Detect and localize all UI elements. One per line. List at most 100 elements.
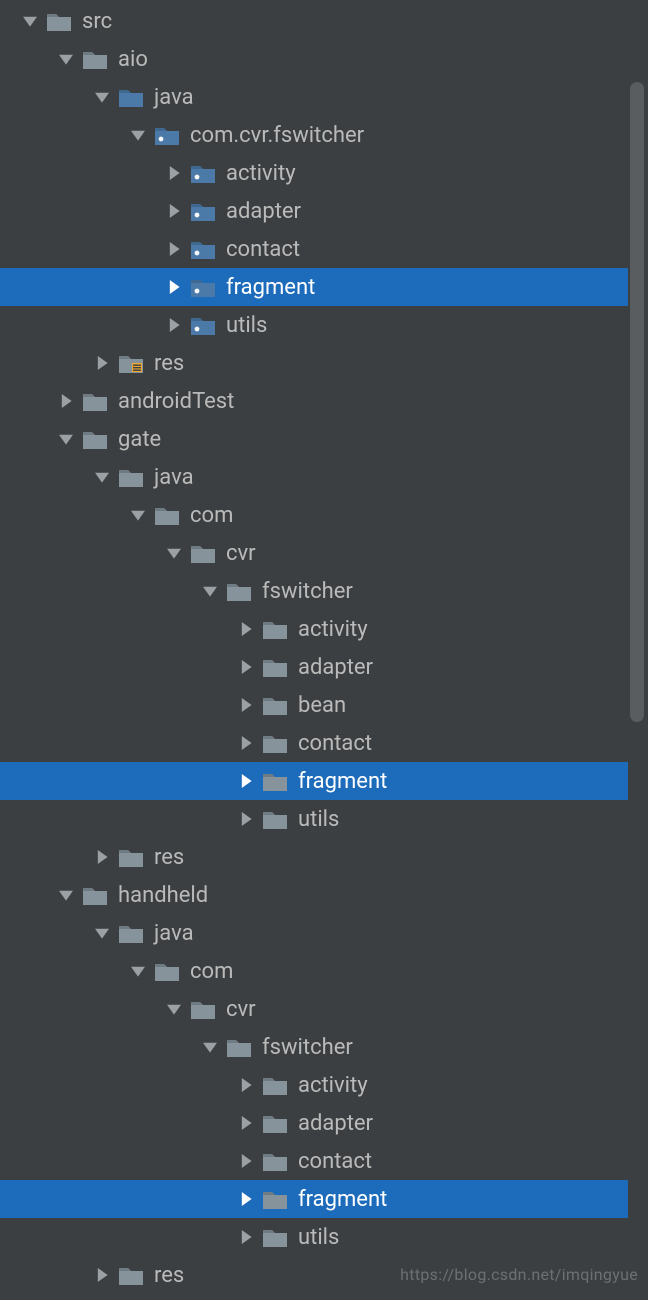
tree-item-gate-utils[interactable]: utils [0,800,628,838]
tree-item-aio[interactable]: aio [0,40,628,78]
expand-arrow-right-icon[interactable] [56,394,76,408]
folder-icon [118,465,144,489]
package-icon [190,161,216,185]
tree-item-label: adapter [298,1111,373,1136]
package-icon [154,123,180,147]
tree-item-gate-cvr[interactable]: cvr [0,534,628,572]
tree-item-label: activity [298,1073,368,1098]
expand-arrow-right-icon[interactable] [236,1192,256,1206]
folder-icon [262,1073,288,1097]
expand-arrow-right-icon[interactable] [236,1230,256,1244]
expand-arrow-right-icon[interactable] [164,166,184,180]
tree-item-hh-activity[interactable]: activity [0,1066,628,1104]
expand-arrow-down-icon[interactable] [56,52,76,66]
folder-icon [82,389,108,413]
expand-arrow-down-icon[interactable] [92,90,112,104]
tree-item-label: fragment [298,769,387,794]
tree-item-gate-contact[interactable]: contact [0,724,628,762]
expand-arrow-down-icon[interactable] [92,926,112,940]
expand-arrow-right-icon[interactable] [164,280,184,294]
expand-arrow-right-icon[interactable] [236,812,256,826]
tree-item-label: fswitcher [262,579,353,604]
tree-item-label: contact [298,1149,372,1174]
expand-arrow-down-icon[interactable] [128,964,148,978]
tree-item-src[interactable]: src [0,2,628,40]
folder-icon [82,883,108,907]
expand-arrow-right-icon[interactable] [236,1154,256,1168]
tree-item-label: contact [298,731,372,756]
tree-item-hh-java[interactable]: java [0,914,628,952]
folder-icon [190,541,216,565]
tree-item-hh-utils[interactable]: utils [0,1218,628,1256]
tree-item-aio-adapter[interactable]: adapter [0,192,628,230]
tree-item-label: fragment [226,275,315,300]
expand-arrow-right-icon[interactable] [236,736,256,750]
tree-item-gate-activity[interactable]: activity [0,610,628,648]
resources-folder-icon [118,351,144,375]
expand-arrow-right-icon[interactable] [164,204,184,218]
tree-item-gate-adapter[interactable]: adapter [0,648,628,686]
tree-item-gate[interactable]: gate [0,420,628,458]
package-icon [190,275,216,299]
expand-arrow-down-icon[interactable] [128,508,148,522]
expand-arrow-down-icon[interactable] [128,128,148,142]
tree-item-aio-java[interactable]: java [0,78,628,116]
tree-item-label: contact [226,237,300,262]
tree-item-label: utils [226,313,267,338]
tree-item-gate-fswitcher[interactable]: fswitcher [0,572,628,610]
expand-arrow-right-icon[interactable] [92,850,112,864]
tree-item-aio-utils[interactable]: utils [0,306,628,344]
tree-item-aio-pkgroot[interactable]: com.cvr.fswitcher [0,116,628,154]
expand-arrow-right-icon[interactable] [236,660,256,674]
tree-item-handheld[interactable]: handheld [0,876,628,914]
folder-icon [262,1111,288,1135]
expand-arrow-down-icon[interactable] [164,1002,184,1016]
project-tree[interactable]: src aio java com.cvr.fswitcher activity … [0,0,628,1294]
tree-item-label: res [154,1263,184,1288]
tree-item-label: res [154,845,184,870]
tree-item-gate-fragment[interactable]: fragment [0,762,628,800]
tree-item-gate-res[interactable]: res [0,838,628,876]
tree-item-label: activity [226,161,296,186]
tree-item-label: adapter [226,199,301,224]
expand-arrow-down-icon[interactable] [56,432,76,446]
folder-icon [262,731,288,755]
expand-arrow-right-icon[interactable] [164,318,184,332]
folder-icon [262,1149,288,1173]
folder-icon [82,427,108,451]
expand-arrow-down-icon[interactable] [56,888,76,902]
expand-arrow-down-icon[interactable] [92,470,112,484]
tree-item-label: fragment [298,1187,387,1212]
expand-arrow-right-icon[interactable] [164,242,184,256]
tree-item-label: res [154,351,184,376]
package-icon [190,237,216,261]
tree-item-aio-contact[interactable]: contact [0,230,628,268]
expand-arrow-right-icon[interactable] [236,774,256,788]
expand-arrow-right-icon[interactable] [236,1116,256,1130]
expand-arrow-down-icon[interactable] [200,584,220,598]
expand-arrow-down-icon[interactable] [164,546,184,560]
tree-item-hh-contact[interactable]: contact [0,1142,628,1180]
tree-item-hh-com[interactable]: com [0,952,628,990]
scrollbar-thumb[interactable] [630,82,644,722]
tree-item-aio-fragment[interactable]: fragment [0,268,628,306]
package-icon [190,199,216,223]
tree-item-label: cvr [226,541,256,566]
tree-item-aio-res[interactable]: res [0,344,628,382]
tree-item-aio-activity[interactable]: activity [0,154,628,192]
tree-item-gate-bean[interactable]: bean [0,686,628,724]
expand-arrow-right-icon[interactable] [92,356,112,370]
tree-item-hh-fswitcher[interactable]: fswitcher [0,1028,628,1066]
expand-arrow-down-icon[interactable] [20,14,40,28]
expand-arrow-right-icon[interactable] [236,622,256,636]
tree-item-gate-java[interactable]: java [0,458,628,496]
tree-item-hh-fragment[interactable]: fragment [0,1180,628,1218]
expand-arrow-right-icon[interactable] [236,1078,256,1092]
tree-item-hh-adapter[interactable]: adapter [0,1104,628,1142]
expand-arrow-right-icon[interactable] [92,1268,112,1282]
tree-item-gate-com[interactable]: com [0,496,628,534]
expand-arrow-down-icon[interactable] [200,1040,220,1054]
expand-arrow-right-icon[interactable] [236,698,256,712]
tree-item-androidtest[interactable]: androidTest [0,382,628,420]
tree-item-hh-cvr[interactable]: cvr [0,990,628,1028]
